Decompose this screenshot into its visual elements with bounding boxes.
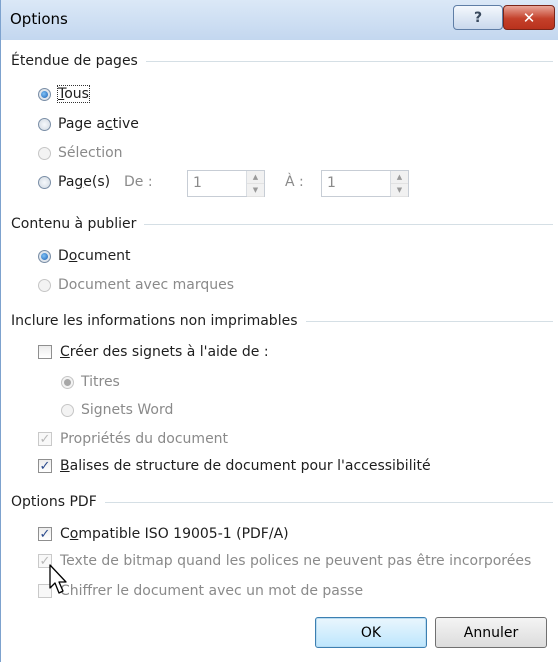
group-publish: Contenu à publier	[11, 216, 553, 232]
spin-up-icon[interactable]: ▲	[391, 171, 408, 184]
close-button[interactable]: ✕	[503, 5, 555, 30]
radio-headings[interactable]: Titres	[61, 374, 120, 390]
to-label: À :	[285, 174, 304, 190]
radio-pages-label: Page(s)	[58, 174, 111, 190]
check-doc-properties-box[interactable]: ✓	[38, 432, 52, 446]
check-doc-properties-label: Propriétés du document	[60, 431, 229, 447]
check-bitmap-text-label: Texte de bitmap quand les polices ne peu…	[60, 553, 532, 569]
check-encrypt-label: Chiffrer le document avec un mot de pass…	[60, 583, 364, 599]
close-icon: ✕	[522, 8, 536, 27]
radio-all[interactable]: Tous	[38, 85, 90, 103]
check-structure-tags-label: Balises de structure de document pour l'…	[60, 458, 431, 474]
radio-document-markup-indicator[interactable]	[38, 278, 51, 292]
dialog-title: Options	[10, 10, 68, 28]
radio-current-page[interactable]: Page active	[38, 116, 139, 132]
group-divider	[145, 60, 553, 62]
group-divider	[305, 320, 553, 322]
ok-button[interactable]: OK	[315, 617, 427, 648]
radio-document-label: Document	[58, 248, 131, 264]
group-pdf: Options PDF	[11, 494, 553, 510]
check-encrypt[interactable]: Chiffrer le document avec un mot de pass…	[38, 583, 363, 599]
radio-word-bookmarks[interactable]: Signets Word	[61, 402, 173, 418]
check-pdfa-label: Compatible ISO 19005-1 (PDF/A)	[60, 526, 289, 542]
radio-pages[interactable]: Page(s)	[38, 174, 110, 190]
group-divider	[144, 223, 553, 225]
check-create-bookmarks-label: Créer des signets à l'aide de :	[60, 344, 269, 360]
radio-all-indicator[interactable]	[38, 87, 51, 101]
help-button[interactable]: ?	[453, 5, 503, 30]
to-page-value: 1	[327, 175, 336, 191]
check-pdfa-box[interactable]: ✓	[38, 527, 52, 541]
check-pdfa[interactable]: ✓ Compatible ISO 19005-1 (PDF/A)	[38, 526, 289, 542]
spin-up-icon[interactable]: ▲	[247, 171, 264, 184]
radio-current-page-label: Page active	[58, 116, 139, 132]
cancel-button[interactable]: Annuler	[435, 617, 547, 648]
from-page-spinner[interactable]: 1 ▲ ▼	[187, 170, 265, 197]
radio-document-markup[interactable]: Document avec marques	[38, 277, 234, 293]
radio-selection-label: Sélection	[58, 145, 123, 161]
from-spin-buttons[interactable]: ▲ ▼	[246, 171, 264, 197]
group-divider	[104, 501, 553, 503]
radio-all-label: Tous	[57, 85, 90, 103]
from-label: De :	[124, 174, 153, 190]
spin-down-icon[interactable]: ▼	[391, 184, 408, 197]
group-page-range-title: Étendue de pages	[11, 53, 138, 69]
radio-word-bookmarks-label: Signets Word	[81, 402, 174, 418]
title-bar[interactable]: Options ? ✕	[1, 0, 558, 40]
to-spin-buttons[interactable]: ▲ ▼	[390, 171, 408, 197]
spin-down-icon[interactable]: ▼	[247, 184, 264, 197]
radio-document[interactable]: Document	[38, 248, 131, 264]
radio-selection[interactable]: Sélection	[38, 145, 123, 161]
radio-current-page-indicator[interactable]	[38, 117, 51, 131]
radio-document-markup-label: Document avec marques	[58, 277, 234, 293]
radio-selection-indicator[interactable]	[38, 146, 51, 160]
radio-word-bookmarks-indicator[interactable]	[61, 403, 74, 417]
from-page-value: 1	[193, 175, 202, 191]
group-publish-title: Contenu à publier	[11, 216, 137, 232]
group-nonprint: Inclure les informations non imprimables	[11, 313, 553, 329]
mouse-cursor-icon	[49, 564, 67, 594]
check-structure-tags[interactable]: ✓ Balises de structure de document pour …	[38, 458, 431, 474]
radio-headings-label: Titres	[81, 374, 120, 390]
group-page-range: Étendue de pages	[11, 53, 553, 69]
group-nonprint-title: Inclure les informations non imprimables	[11, 313, 298, 329]
radio-pages-indicator[interactable]	[38, 175, 51, 189]
check-create-bookmarks[interactable]: Créer des signets à l'aide de :	[38, 344, 269, 360]
radio-headings-indicator[interactable]	[61, 375, 74, 389]
check-doc-properties[interactable]: ✓ Propriétés du document	[38, 431, 228, 447]
check-bitmap-text[interactable]: ✓ Texte de bitmap quand les polices ne p…	[38, 553, 531, 569]
dialog-body: Étendue de pages Tous Page active Sélect…	[3, 40, 558, 662]
options-dialog: Options ? ✕ Étendue de pages Tous Page a…	[0, 0, 558, 662]
check-structure-tags-box[interactable]: ✓	[38, 459, 52, 473]
check-create-bookmarks-box[interactable]	[38, 345, 52, 359]
radio-document-indicator[interactable]	[38, 249, 51, 263]
group-pdf-title: Options PDF	[11, 494, 97, 510]
to-page-spinner[interactable]: 1 ▲ ▼	[321, 170, 409, 197]
